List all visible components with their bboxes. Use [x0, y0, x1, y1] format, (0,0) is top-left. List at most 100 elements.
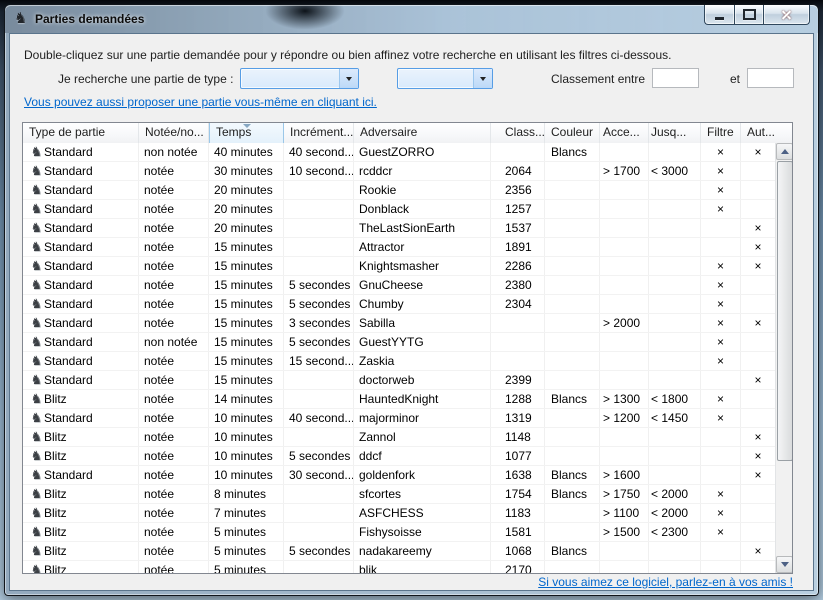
cell: notée [139, 162, 209, 180]
rating-max-input[interactable] [747, 68, 794, 88]
cell: < 1450 [649, 409, 701, 427]
cell: 2356 [491, 181, 545, 199]
cell: 1891 [491, 238, 545, 256]
cell: 5 secondes [284, 542, 354, 560]
cell: notée [139, 409, 209, 427]
knight-icon: ♞ [29, 353, 44, 370]
cell [741, 352, 775, 370]
cell [741, 295, 775, 313]
arrow-down-icon [781, 562, 789, 567]
cell [600, 371, 649, 389]
cell: 10 minutes [209, 447, 284, 465]
table-row[interactable]: ♞Standardnotée30 minutes10 second...rcdd… [23, 162, 775, 181]
game-type-select[interactable] [240, 68, 359, 89]
table-row[interactable]: ♞Blitznotée14 minutesHauntedKnight1288Bl… [23, 390, 775, 409]
table-row[interactable]: ♞Standardnotée15 minutesKnightsmasher228… [23, 257, 775, 276]
scrollbar-thumb[interactable] [777, 161, 793, 461]
column-header-noteno[interactable]: Notée/no... [139, 123, 209, 143]
knight-icon: ♞ [29, 220, 44, 237]
cell: ♞Standard [23, 238, 139, 256]
column-header-adversaire[interactable]: Adversaire [354, 123, 491, 143]
close-button[interactable] [764, 5, 810, 25]
column-header-filtre[interactable]: Filtre [701, 123, 741, 143]
cell: ♞Standard [23, 162, 139, 180]
cell: × [701, 352, 741, 370]
share-app-link[interactable]: Si vous aimez ce logiciel, parlez-en à v… [538, 575, 793, 589]
table-row[interactable]: ♞Blitznotée5 minutesblik2170 [23, 561, 775, 573]
table-row[interactable]: ♞Standardnotée10 minutes30 second...gold… [23, 466, 775, 485]
cell: > 1750 [600, 485, 649, 503]
cell: notée [139, 466, 209, 484]
table-row[interactable]: ♞Blitznotée7 minutesASFCHESS1183> 1100< … [23, 504, 775, 523]
column-header-temps[interactable]: Temps [209, 123, 284, 143]
knight-icon: ♞ [29, 201, 44, 218]
table-row[interactable]: ♞Standardnotée15 minutesdoctorweb2399× [23, 371, 775, 390]
cell [545, 219, 600, 237]
game-subtype-select[interactable] [397, 68, 493, 89]
table-row[interactable]: ♞Standardnotée15 minutes5 secondesChumby… [23, 295, 775, 314]
column-header-jusq[interactable]: Jusq... [649, 123, 701, 143]
table-row[interactable]: ♞Standardnotée15 minutes5 secondesGnuChe… [23, 276, 775, 295]
table-row[interactable]: ♞Standardnotée20 minutesTheLastSionEarth… [23, 219, 775, 238]
cell: × [701, 295, 741, 313]
maximize-button[interactable] [734, 5, 764, 25]
cell: Chumby [354, 295, 491, 313]
column-header-acce[interactable]: Acce... [600, 123, 649, 143]
scroll-up-button[interactable] [776, 143, 793, 160]
table-row[interactable]: ♞Standardnotée15 minutes15 second...Zask… [23, 352, 775, 371]
table-row[interactable]: ♞Standardnon notée40 minutes40 second...… [23, 143, 775, 162]
cell [491, 143, 545, 161]
cell [600, 333, 649, 351]
table-row[interactable]: ♞Standardnotée10 minutes40 second...majo… [23, 409, 775, 428]
cell: 8 minutes [209, 485, 284, 503]
table-row[interactable]: ♞Blitznotée5 minutesFishysoisse1581> 150… [23, 523, 775, 542]
propose-game-link[interactable]: Vous pouvez aussi proposer une partie vo… [24, 95, 377, 109]
table-row[interactable]: ♞Standardnotée20 minutesDonblack1257× [23, 200, 775, 219]
vertical-scrollbar[interactable] [775, 143, 792, 573]
table-row[interactable]: ♞Standardnon notée15 minutes5 secondesGu… [23, 333, 775, 352]
cell: 5 secondes [284, 295, 354, 313]
column-header-incrment[interactable]: Incrément... [284, 123, 354, 143]
table-row[interactable]: ♞Blitznotée10 minutesZannol1148× [23, 428, 775, 447]
minimize-button[interactable] [704, 5, 734, 25]
cell: 1537 [491, 219, 545, 237]
cell: × [701, 200, 741, 218]
table-row[interactable]: ♞Standardnotée15 minutes3 secondesSabill… [23, 314, 775, 333]
cell [649, 257, 701, 275]
cell [600, 143, 649, 161]
column-header-aut[interactable]: Aut... [741, 123, 775, 143]
knight-icon: ♞ [29, 296, 44, 313]
cell: ♞Standard [23, 295, 139, 313]
cell: notée [139, 295, 209, 313]
chevron-down-icon[interactable] [473, 69, 492, 88]
cell [545, 504, 600, 522]
cell: 15 minutes [209, 371, 284, 389]
cell [701, 238, 741, 256]
table-row[interactable]: ♞Blitznotée10 minutes5 secondesddcf1077× [23, 447, 775, 466]
cell [284, 257, 354, 275]
chevron-down-icon[interactable] [339, 69, 358, 88]
cell: 5 minutes [209, 561, 284, 573]
cell [649, 200, 701, 218]
cell: × [701, 162, 741, 180]
title-bar[interactable]: ♞ Parties demandées [5, 5, 818, 33]
cell [600, 257, 649, 275]
column-header-couleur[interactable]: Couleur [545, 123, 600, 143]
cell: ♞Blitz [23, 447, 139, 465]
cell: 20 minutes [209, 200, 284, 218]
cell: notée [139, 352, 209, 370]
scroll-down-button[interactable] [776, 556, 793, 573]
column-header-class[interactable]: Class... [491, 123, 545, 143]
column-header-typedepartie[interactable]: Type de partie [23, 123, 139, 143]
table-row[interactable]: ♞Blitznotée5 minutes5 secondesnadakareem… [23, 542, 775, 561]
cell [649, 447, 701, 465]
cell: notée [139, 428, 209, 446]
table-row[interactable]: ♞Blitznotée8 minutessfcortes1754Blancs> … [23, 485, 775, 504]
rating-min-input[interactable] [652, 68, 699, 88]
cell: < 2300 [649, 523, 701, 541]
cell: > 1700 [600, 162, 649, 180]
cell: 1077 [491, 447, 545, 465]
maximize-icon [743, 9, 756, 20]
table-row[interactable]: ♞Standardnotée15 minutesAttractor1891× [23, 238, 775, 257]
table-row[interactable]: ♞Standardnotée20 minutesRookie2356× [23, 181, 775, 200]
